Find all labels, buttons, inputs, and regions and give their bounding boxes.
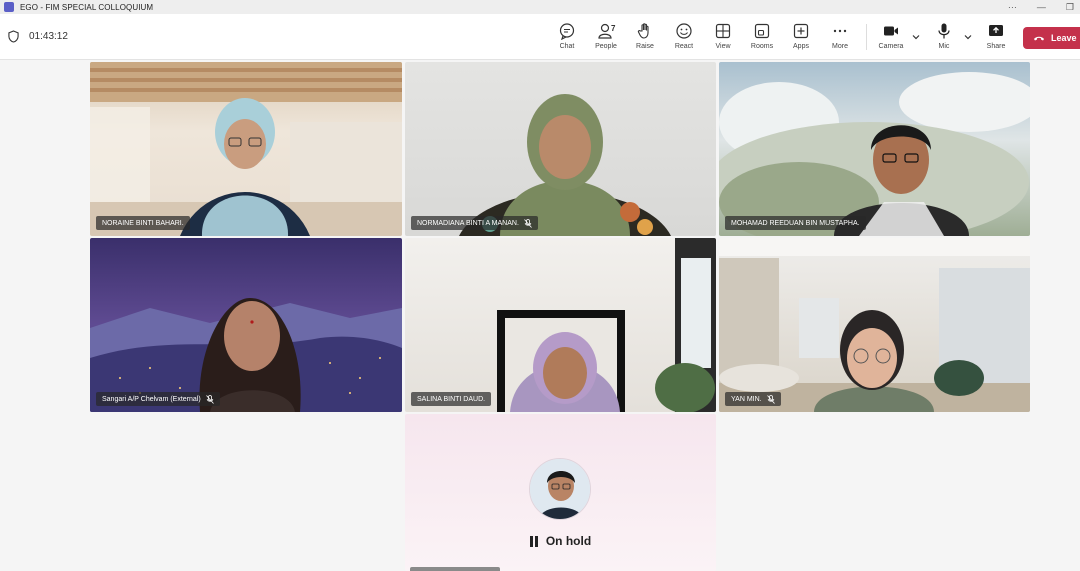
participant-video-noraine [90, 62, 402, 236]
react-label: React [674, 43, 694, 50]
mic-off-icon [524, 218, 532, 228]
participant-name: NORMADIANA BINTI A MANAN. [417, 219, 519, 227]
video-tile[interactable]: Sangari A/P Chelvam (External) [90, 238, 402, 412]
camera-button[interactable]: Camera [874, 22, 908, 50]
people-button[interactable]: 7 People [589, 22, 623, 50]
window-controls: ··· — ❐ [1008, 0, 1074, 14]
share-button[interactable]: Share [979, 22, 1013, 50]
participant-name: Sangari A/P Chelvam (External) [102, 395, 201, 403]
more-button[interactable]: More [823, 22, 857, 50]
more-options-icon[interactable]: ··· [1008, 2, 1017, 12]
participant-name: MOHAMAD REEDUAN BIN MUSTAPHA. [731, 219, 860, 227]
mic-off-icon [766, 394, 775, 404]
leave-label: Leave [1051, 33, 1077, 43]
meeting-timer: 01:43:12 [8, 30, 68, 43]
camera-icon [884, 26, 898, 36]
grid-view-icon [715, 23, 731, 39]
timer-text: 01:43:12 [29, 31, 68, 42]
apps-label: Apps [793, 43, 809, 50]
name-tag-strip [410, 567, 500, 571]
microphone-icon [938, 23, 950, 39]
participant-name: SALINA BINTI DAUD. [417, 395, 486, 403]
participant-name-tag: NORAINE BINTI BAHARI. [96, 216, 190, 230]
video-tile[interactable]: NORAINE BINTI BAHARI. [90, 62, 402, 236]
share-icon [989, 25, 1003, 36]
view-label: View [715, 43, 731, 50]
view-button[interactable]: View [706, 22, 740, 50]
shield-icon [8, 30, 19, 43]
mic-options-chevron-down-icon[interactable] [963, 32, 973, 42]
participant-name-tag: NORMADIANA BINTI A MANAN. [411, 216, 538, 230]
people-label: People [595, 43, 617, 50]
chat-button[interactable]: Chat [550, 22, 584, 50]
participant-name-tag: Sangari A/P Chelvam (External) [96, 392, 220, 406]
more-label: More [832, 43, 848, 50]
people-count: 7 [611, 24, 616, 33]
chat-label: Chat [559, 43, 575, 50]
mic-label: Mic [938, 43, 950, 50]
participant-name: NORAINE BINTI BAHARI. [102, 219, 184, 227]
mic-button[interactable]: Mic [927, 22, 961, 50]
rooms-button[interactable]: Rooms [745, 22, 779, 50]
video-tile[interactable]: NORMADIANA BINTI A MANAN. [405, 62, 716, 236]
title-bar: EGO - FIM SPECIAL COLLOQUIUM ··· — ❐ [0, 0, 1080, 14]
mic-off-icon [205, 394, 214, 404]
apps-icon [793, 23, 809, 39]
raise-hand-button[interactable]: Raise [628, 22, 662, 50]
react-button[interactable]: React [667, 22, 701, 50]
meeting-toolbar: 01:43:12 Chat 7 People Raise React View … [0, 14, 1080, 60]
window-title: EGO - FIM SPECIAL COLLOQUIUM [20, 2, 154, 12]
minimize-icon[interactable]: — [1037, 2, 1046, 12]
participant-video-sangari [90, 298, 402, 412]
toolbar-divider [866, 24, 867, 50]
raise-label: Raise [636, 43, 654, 50]
camera-label: Camera [878, 43, 904, 50]
participant-name-tag: MOHAMAD REEDUAN BIN MUSTAPHA. [725, 216, 866, 230]
participant-name-tag: YAN MIN. [725, 392, 781, 406]
more-dots-icon [833, 29, 847, 33]
on-hold-status: On hold [405, 534, 716, 548]
hang-up-icon [1034, 36, 1044, 41]
pause-icon [529, 535, 540, 547]
share-label: Share [986, 43, 1006, 50]
teams-logo-icon [4, 2, 14, 12]
participant-video-salina [497, 238, 716, 412]
chat-icon [559, 23, 575, 40]
restore-icon[interactable]: ❐ [1066, 2, 1074, 13]
rooms-label: Rooms [750, 43, 774, 50]
participant-name-tag: SALINA BINTI DAUD. [411, 392, 492, 406]
video-tile[interactable]: YAN MIN. [719, 238, 1030, 412]
participant-video-yan-min [719, 238, 1030, 412]
on-hold-label: On hold [545, 534, 592, 548]
participant-video-normadiana [458, 94, 672, 236]
video-tile[interactable]: SALINA BINTI DAUD. [405, 238, 716, 412]
participant-video-mohamad [719, 72, 1030, 236]
avatar [529, 458, 591, 520]
hand-icon [637, 23, 649, 39]
participant-name: YAN MIN. [731, 395, 762, 403]
smiley-icon [676, 23, 692, 39]
video-tile[interactable]: MOHAMAD REEDUAN BIN MUSTAPHA. [719, 62, 1030, 236]
rooms-icon [754, 23, 770, 39]
apps-button[interactable]: Apps [784, 22, 818, 50]
on-hold-tile[interactable]: On hold [405, 414, 716, 571]
leave-button[interactable]: Leave [1023, 27, 1080, 49]
camera-options-chevron-down-icon[interactable] [911, 32, 921, 42]
